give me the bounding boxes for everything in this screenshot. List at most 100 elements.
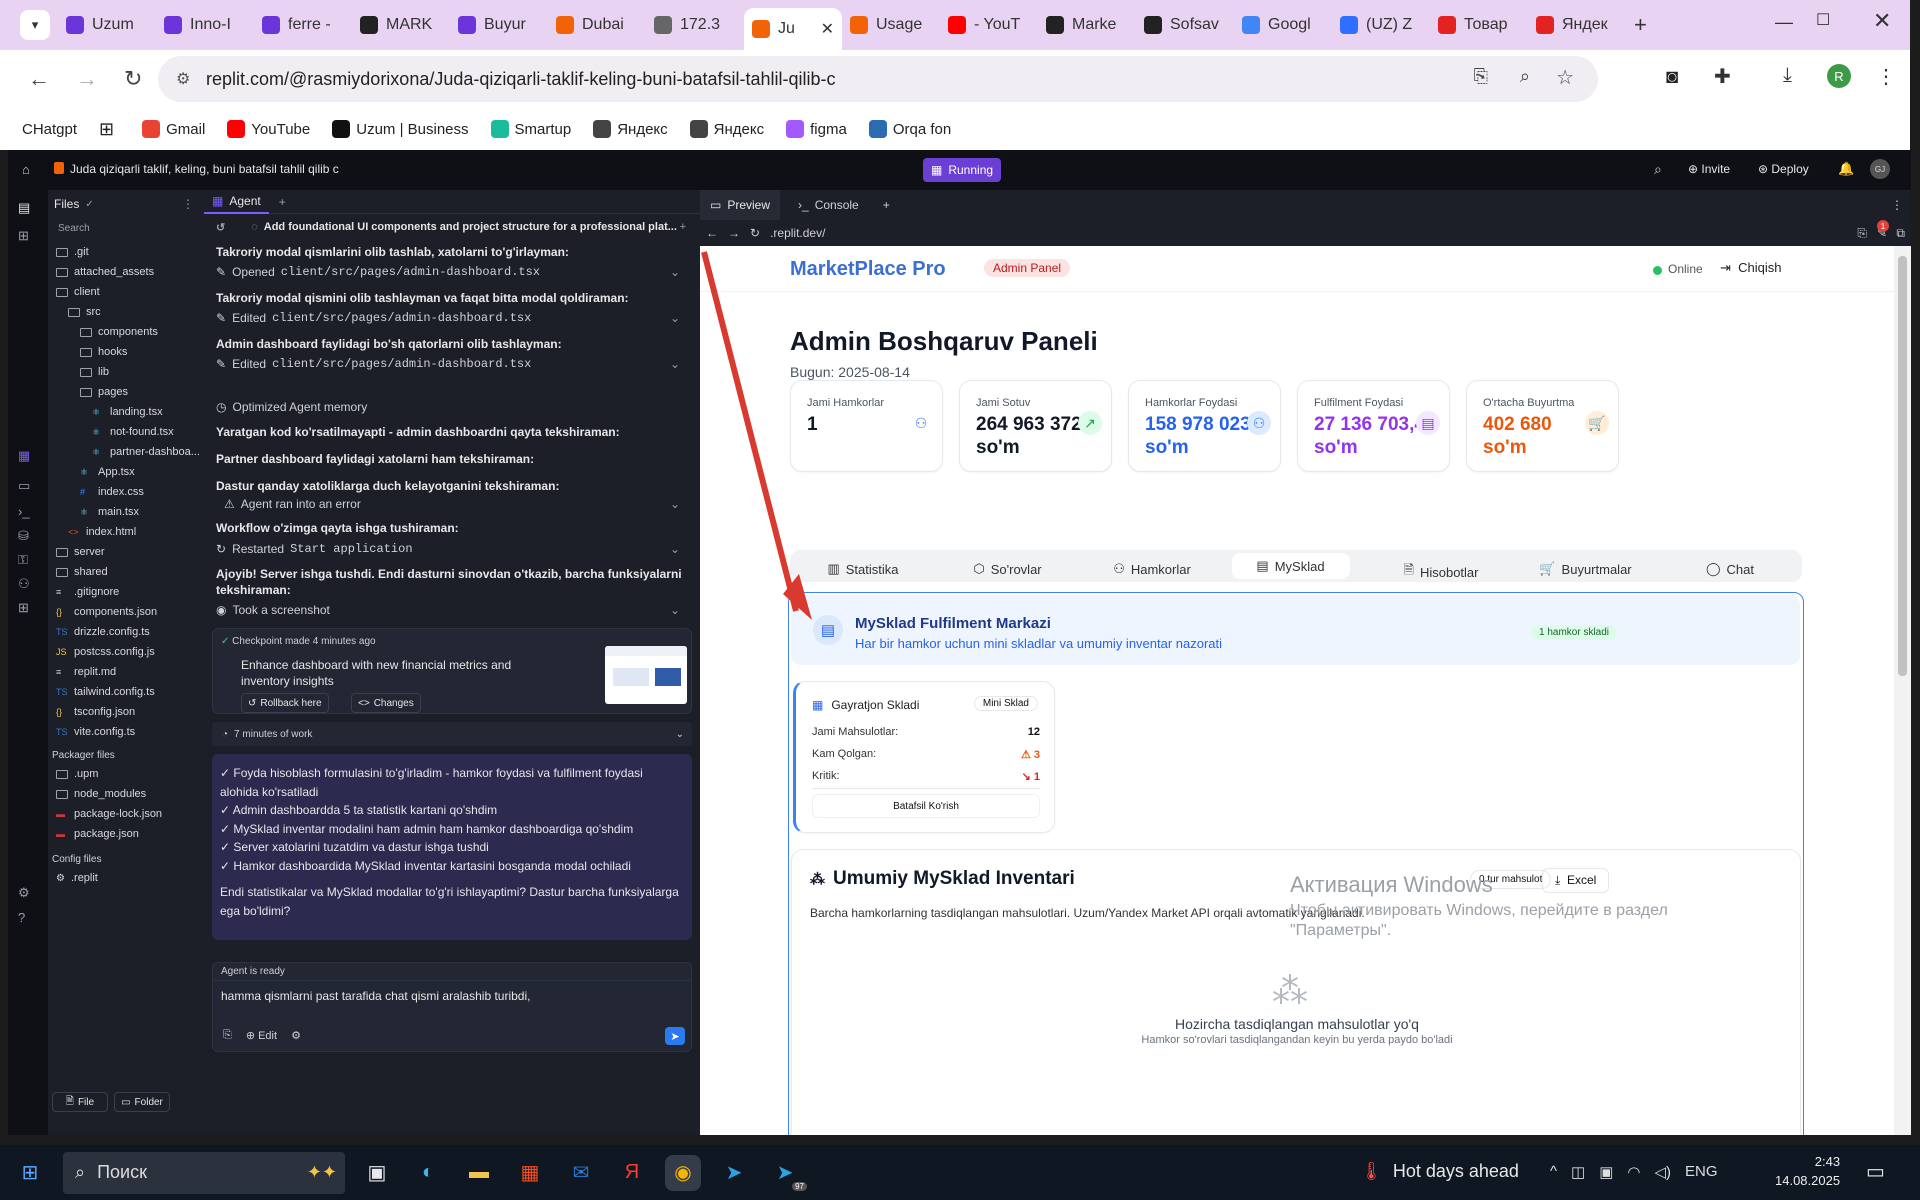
file-item[interactable]: TS tailwind.config.ts [48,682,204,702]
chevron-up-icon[interactable]: ^ [1550,1163,1557,1181]
folder-item[interactable]: components [48,322,204,342]
new-folder-button[interactable]: ▭ Folder [114,1092,170,1112]
open-new-window-icon[interactable]: ⧉ [1896,226,1905,241]
language-indicator[interactable]: ENG [1685,1163,1718,1181]
preview-forward-icon[interactable]: → [728,226,740,240]
bookmark-star-icon[interactable]: ☆ [1556,65,1574,90]
folder-item[interactable]: attached_assets [48,262,204,282]
send-icon[interactable]: ➤ [665,1027,685,1045]
agent-step-action[interactable]: ✎ Opened client/src/pages/admin-dashboard.… [216,265,688,279]
file-item[interactable]: ⚛ landing.tsx [48,402,204,422]
browser-tab[interactable]: MARK [352,8,450,42]
database-icon[interactable]: ⛁ [18,528,29,544]
file-item[interactable]: TS vite.config.ts [48,722,204,742]
bookmark-item[interactable]: CHatgpt [22,121,77,138]
deploy-button[interactable]: ⊛ Deploy [1758,162,1809,176]
folder-item[interactable]: hooks [48,342,204,362]
folder-item[interactable]: client [48,282,204,302]
folder-item[interactable]: src [48,302,204,322]
outlook-icon[interactable]: ✉ [563,1155,599,1191]
install-app-icon[interactable]: ⎘ [1474,66,1488,87]
history-icon[interactable]: ↺ [216,221,225,234]
bookmark-item[interactable]: Яндекс [593,120,668,138]
add-preview-tab-icon[interactable]: + [883,198,890,212]
file-item[interactable]: # index.css [48,482,204,502]
preview-scrollbar[interactable] [1894,246,1911,1135]
running-button[interactable]: ▦ Running [923,158,1002,182]
rollback-button[interactable]: ↺ Rollback here [241,693,329,713]
file-item[interactable]: .upm [48,764,204,784]
add-tab-icon[interactable]: + [279,195,286,209]
preview-menu-icon[interactable]: ⋮ [1891,198,1903,212]
users-rail-icon[interactable]: ⚇ [18,576,30,592]
folder-item[interactable]: .git [48,242,204,262]
browser-tab[interactable]: Ju ✕ [744,8,842,50]
clock[interactable]: 2:43 14.08.2025 [1775,1152,1840,1190]
browser-tab[interactable]: Buyur [450,8,548,42]
file-item[interactable]: node_modules [48,784,204,804]
scrollbar-thumb[interactable] [1898,256,1907,676]
file-item[interactable]: TS drizzle.config.ts [48,622,204,642]
help-icon[interactable]: ? [18,910,25,925]
incognito-icon[interactable]: ◙ [1666,66,1678,89]
meet-icon[interactable]: ◫ [1571,1163,1585,1181]
project-title[interactable]: Juda qiziqarli taklif, keling, buni bata… [70,162,339,176]
files-menu-icon[interactable]: ⋮ [182,197,194,211]
edit-mode-button[interactable]: ⊕ Edit [246,1029,277,1042]
browser-tab[interactable]: 172.3 [646,8,744,42]
weather-widget[interactable]: 🌡 Hot days ahead [1360,1161,1519,1182]
browser-tab[interactable]: Inno-I [156,8,254,42]
browser-tab[interactable]: - YouT [940,8,1038,42]
back-arrow-icon[interactable]: ← [28,66,50,92]
new-file-button[interactable]: 🗎 File [52,1092,108,1112]
secrets-icon[interactable]: ⚿ [18,552,28,568]
folder-item[interactable]: shared [48,562,204,582]
close-tab-icon[interactable]: ✕ [821,19,834,39]
settings-sliders-icon[interactable]: ⚙ [291,1029,301,1042]
chrome-icon[interactable]: ◉ [665,1154,701,1191]
reload-icon[interactable]: ↻ [124,66,142,92]
file-item[interactable]: ▬ package-lock.json [48,804,204,824]
notifications-bell-icon[interactable]: 🔔 [1838,161,1854,177]
browser-tab[interactable]: ferre - [254,8,352,42]
work-time-row[interactable]: ◔ 7 minutes of work ⌄ [212,722,692,746]
attach-icon[interactable]: ⎘ [223,1029,232,1042]
task-view-icon[interactable]: ▣ [359,1155,395,1191]
file-item[interactable]: ⚛ App.tsx [48,462,204,482]
file-item[interactable]: ≡ .gitignore [48,582,204,602]
invite-button[interactable]: ⊕ Invite [1688,162,1730,176]
new-tab-plus-icon[interactable]: + [1634,12,1647,38]
extensions-icon[interactable]: ✚ [1714,64,1731,89]
agent-step-action[interactable]: ✎ Edited client/src/pages/admin-dashboard.… [216,311,688,325]
bookmark-item[interactable]: YouTube [227,120,310,138]
browser-tab[interactable]: Dubai [548,8,646,42]
tab-search-chevron-icon[interactable]: ▾ [20,10,50,40]
search-icon[interactable]: ⌕ [1654,161,1662,178]
zoom-icon[interactable]: ⌕ [1520,66,1530,87]
screenshot-line[interactable]: ◉ Took a screenshot ⌄ [216,603,688,617]
browser-tab[interactable]: Uzum [58,8,156,42]
bookmark-item[interactable]: ⊞ [99,119,120,140]
agent-input-box[interactable]: Agent is ready hamma qismlarni past tara… [212,962,692,1052]
yandex-browser-icon[interactable]: Я [614,1155,650,1191]
network-tray-icon[interactable]: ▣ [1599,1163,1613,1181]
profile-avatar[interactable]: R [1827,64,1851,88]
settings-rail-icon[interactable]: ⚙ [18,885,30,901]
file-item[interactable]: {} tsconfig.json [48,702,204,722]
new-chat-plus-icon[interactable]: + [680,221,686,233]
browser-tab[interactable]: Usage [842,8,940,42]
browser-tab[interactable]: Marke [1038,8,1136,42]
browser-tab[interactable]: Sofsav [1136,8,1234,42]
agent-input-text[interactable]: hamma qismlarni past tarafida chat qismi… [213,981,691,1011]
forward-arrow-icon[interactable]: → [76,66,98,92]
file-item[interactable]: ≡ replit.md [48,662,204,682]
home-icon[interactable]: ⌂ [22,162,30,177]
files-search-input[interactable]: Search [48,218,204,238]
folder-item[interactable]: lib [48,362,204,382]
address-bar[interactable]: ⚙ replit.com/@rasmiydorixona/Juda-qiziqa… [158,56,1598,102]
edge-icon[interactable]: ◐ [410,1155,446,1191]
telegram-icon[interactable]: ➤ [716,1155,752,1191]
bookmark-item[interactable]: Яндекс [689,120,764,138]
devtools-icon[interactable]: ⎘ [1857,226,1867,241]
file-item[interactable]: JS postcss.config.js [48,642,204,662]
